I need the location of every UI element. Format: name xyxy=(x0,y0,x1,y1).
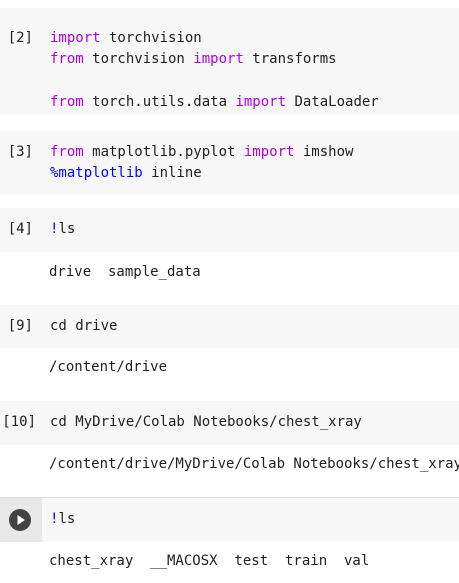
cell-output: /content/drive/MyDrive/Colab Notebooks/c… xyxy=(49,456,459,472)
active-cell-border xyxy=(0,497,459,498)
keyword-token: from xyxy=(50,144,84,160)
keyword-token: from xyxy=(50,51,84,67)
cell-output: chest_xray __MACOSX test train val xyxy=(49,553,370,569)
keyword-token: import xyxy=(193,51,244,67)
code-line: cd MyDrive/Colab Notebooks/chest_xray xyxy=(50,412,362,432)
code-token: inline xyxy=(142,165,202,181)
code-token: ls xyxy=(58,221,76,237)
cell-output: drive sample_data xyxy=(49,264,201,280)
keyword-token: import xyxy=(243,144,295,160)
code-token: imshow xyxy=(294,144,354,160)
code-line: from torchvision import transforms xyxy=(50,49,337,69)
code-line: %matplotlib inline xyxy=(50,163,202,183)
code-line: !ls xyxy=(50,219,75,239)
code-token: DataLoader xyxy=(286,94,379,110)
execution-count: [9] xyxy=(7,318,33,334)
code-cell[interactable]: [4] !ls xyxy=(0,208,459,252)
keyword-token: from xyxy=(50,94,84,110)
code-line: import torchvision xyxy=(50,28,202,48)
code-line: from torch.utils.data import DataLoader xyxy=(50,92,379,112)
code-cell[interactable]: !ls xyxy=(0,498,459,542)
code-cell[interactable]: [2] import torchvision from torchvision im… xyxy=(0,8,459,114)
play-icon xyxy=(17,515,25,525)
code-token: matplotlib.pyplot xyxy=(83,144,244,160)
code-token: torchvision xyxy=(83,51,194,67)
execution-count: [3] xyxy=(7,144,33,160)
code-cell[interactable]: [9] cd drive xyxy=(0,305,459,348)
keyword-token: import xyxy=(235,94,287,110)
code-cell[interactable]: [3] from matplotlib.pyplot import imshow%… xyxy=(0,130,459,194)
execution-count: [4] xyxy=(7,221,33,237)
execution-count: [10] xyxy=(2,414,36,430)
code-token: cd MyDrive/Colab Notebooks/chest_xray xyxy=(50,414,362,430)
code-token: transforms xyxy=(243,51,337,67)
execution-count: [2] xyxy=(7,30,33,46)
cell-output: /content/drive xyxy=(49,359,168,375)
magic-token: %matplotlib xyxy=(50,165,143,181)
code-cell[interactable]: [10] cd MyDrive/Colab Notebooks/chest_xra… xyxy=(0,401,459,445)
keyword-token: import xyxy=(50,30,101,46)
code-line: from matplotlib.pyplot import imshow xyxy=(50,142,353,162)
code-line: !ls xyxy=(50,509,75,529)
code-token: cd drive xyxy=(50,318,118,334)
code-token: torch.utils.data xyxy=(83,94,236,110)
code-token: torchvision xyxy=(100,30,202,46)
code-token: ls xyxy=(58,511,76,527)
code-line: cd drive xyxy=(50,316,117,336)
run-cell-button[interactable] xyxy=(9,509,31,531)
